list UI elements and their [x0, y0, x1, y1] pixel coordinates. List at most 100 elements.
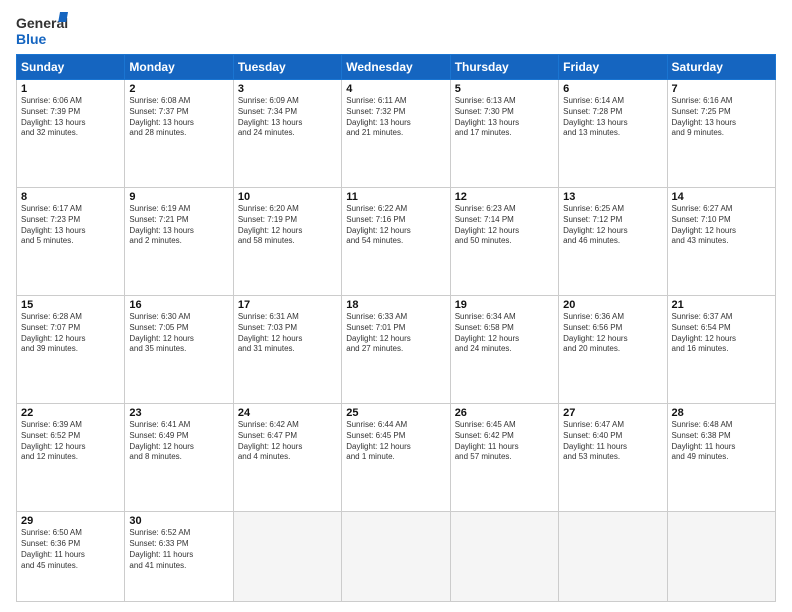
day-number: 17 — [238, 299, 337, 311]
day-number: 27 — [563, 407, 662, 419]
cell-details: Sunrise: 6:37 AM Sunset: 6:54 PM Dayligh… — [672, 312, 771, 355]
weekday-header-cell: Friday — [559, 55, 667, 80]
cell-details: Sunrise: 6:33 AM Sunset: 7:01 PM Dayligh… — [346, 312, 445, 355]
calendar-cell: 3Sunrise: 6:09 AM Sunset: 7:34 PM Daylig… — [233, 80, 341, 188]
calendar-week-row: 8Sunrise: 6:17 AM Sunset: 7:23 PM Daylig… — [17, 188, 776, 296]
calendar-cell: 20Sunrise: 6:36 AM Sunset: 6:56 PM Dayli… — [559, 296, 667, 404]
cell-details: Sunrise: 6:36 AM Sunset: 6:56 PM Dayligh… — [563, 312, 662, 355]
svg-text:Blue: Blue — [16, 31, 47, 47]
cell-details: Sunrise: 6:52 AM Sunset: 6:33 PM Dayligh… — [129, 528, 228, 571]
calendar-cell: 11Sunrise: 6:22 AM Sunset: 7:16 PM Dayli… — [342, 188, 450, 296]
calendar-cell: 17Sunrise: 6:31 AM Sunset: 7:03 PM Dayli… — [233, 296, 341, 404]
calendar-cell: 24Sunrise: 6:42 AM Sunset: 6:47 PM Dayli… — [233, 404, 341, 512]
calendar-cell: 29Sunrise: 6:50 AM Sunset: 6:36 PM Dayli… — [17, 512, 125, 602]
calendar-week-row: 22Sunrise: 6:39 AM Sunset: 6:52 PM Dayli… — [17, 404, 776, 512]
cell-details: Sunrise: 6:44 AM Sunset: 6:45 PM Dayligh… — [346, 420, 445, 463]
day-number: 9 — [129, 191, 228, 203]
weekday-header-cell: Saturday — [667, 55, 775, 80]
calendar-cell: 7Sunrise: 6:16 AM Sunset: 7:25 PM Daylig… — [667, 80, 775, 188]
calendar-cell: 23Sunrise: 6:41 AM Sunset: 6:49 PM Dayli… — [125, 404, 233, 512]
calendar-cell: 22Sunrise: 6:39 AM Sunset: 6:52 PM Dayli… — [17, 404, 125, 512]
weekday-header-cell: Thursday — [450, 55, 558, 80]
calendar-cell: 12Sunrise: 6:23 AM Sunset: 7:14 PM Dayli… — [450, 188, 558, 296]
day-number: 6 — [563, 83, 662, 95]
calendar-cell: 19Sunrise: 6:34 AM Sunset: 6:58 PM Dayli… — [450, 296, 558, 404]
day-number: 5 — [455, 83, 554, 95]
calendar-cell: 16Sunrise: 6:30 AM Sunset: 7:05 PM Dayli… — [125, 296, 233, 404]
day-number: 12 — [455, 191, 554, 203]
cell-details: Sunrise: 6:42 AM Sunset: 6:47 PM Dayligh… — [238, 420, 337, 463]
header: General Blue — [16, 12, 776, 48]
calendar-cell: 4Sunrise: 6:11 AM Sunset: 7:32 PM Daylig… — [342, 80, 450, 188]
cell-details: Sunrise: 6:48 AM Sunset: 6:38 PM Dayligh… — [672, 420, 771, 463]
calendar-cell: 5Sunrise: 6:13 AM Sunset: 7:30 PM Daylig… — [450, 80, 558, 188]
weekday-header-cell: Monday — [125, 55, 233, 80]
cell-details: Sunrise: 6:09 AM Sunset: 7:34 PM Dayligh… — [238, 96, 337, 139]
day-number: 14 — [672, 191, 771, 203]
cell-details: Sunrise: 6:11 AM Sunset: 7:32 PM Dayligh… — [346, 96, 445, 139]
day-number: 11 — [346, 191, 445, 203]
calendar-body: 1Sunrise: 6:06 AM Sunset: 7:39 PM Daylig… — [17, 80, 776, 602]
day-number: 23 — [129, 407, 228, 419]
cell-details: Sunrise: 6:41 AM Sunset: 6:49 PM Dayligh… — [129, 420, 228, 463]
calendar-cell: 14Sunrise: 6:27 AM Sunset: 7:10 PM Dayli… — [667, 188, 775, 296]
calendar-cell — [559, 512, 667, 602]
cell-details: Sunrise: 6:50 AM Sunset: 6:36 PM Dayligh… — [21, 528, 120, 571]
calendar-cell: 26Sunrise: 6:45 AM Sunset: 6:42 PM Dayli… — [450, 404, 558, 512]
weekday-header-cell: Wednesday — [342, 55, 450, 80]
calendar-cell: 9Sunrise: 6:19 AM Sunset: 7:21 PM Daylig… — [125, 188, 233, 296]
weekday-header-row: SundayMondayTuesdayWednesdayThursdayFrid… — [17, 55, 776, 80]
calendar-cell — [667, 512, 775, 602]
logo: General Blue — [16, 12, 68, 48]
day-number: 3 — [238, 83, 337, 95]
calendar-cell: 30Sunrise: 6:52 AM Sunset: 6:33 PM Dayli… — [125, 512, 233, 602]
cell-details: Sunrise: 6:30 AM Sunset: 7:05 PM Dayligh… — [129, 312, 228, 355]
calendar-cell: 25Sunrise: 6:44 AM Sunset: 6:45 PM Dayli… — [342, 404, 450, 512]
calendar-week-row: 29Sunrise: 6:50 AM Sunset: 6:36 PM Dayli… — [17, 512, 776, 602]
day-number: 18 — [346, 299, 445, 311]
calendar-cell: 28Sunrise: 6:48 AM Sunset: 6:38 PM Dayli… — [667, 404, 775, 512]
day-number: 29 — [21, 515, 120, 527]
day-number: 24 — [238, 407, 337, 419]
day-number: 25 — [346, 407, 445, 419]
day-number: 1 — [21, 83, 120, 95]
cell-details: Sunrise: 6:34 AM Sunset: 6:58 PM Dayligh… — [455, 312, 554, 355]
cell-details: Sunrise: 6:39 AM Sunset: 6:52 PM Dayligh… — [21, 420, 120, 463]
cell-details: Sunrise: 6:25 AM Sunset: 7:12 PM Dayligh… — [563, 204, 662, 247]
day-number: 28 — [672, 407, 771, 419]
cell-details: Sunrise: 6:47 AM Sunset: 6:40 PM Dayligh… — [563, 420, 662, 463]
cell-details: Sunrise: 6:19 AM Sunset: 7:21 PM Dayligh… — [129, 204, 228, 247]
day-number: 30 — [129, 515, 228, 527]
calendar-cell: 2Sunrise: 6:08 AM Sunset: 7:37 PM Daylig… — [125, 80, 233, 188]
day-number: 20 — [563, 299, 662, 311]
calendar-week-row: 1Sunrise: 6:06 AM Sunset: 7:39 PM Daylig… — [17, 80, 776, 188]
cell-details: Sunrise: 6:16 AM Sunset: 7:25 PM Dayligh… — [672, 96, 771, 139]
day-number: 16 — [129, 299, 228, 311]
calendar-cell: 6Sunrise: 6:14 AM Sunset: 7:28 PM Daylig… — [559, 80, 667, 188]
calendar-cell: 13Sunrise: 6:25 AM Sunset: 7:12 PM Dayli… — [559, 188, 667, 296]
calendar-cell — [233, 512, 341, 602]
cell-details: Sunrise: 6:28 AM Sunset: 7:07 PM Dayligh… — [21, 312, 120, 355]
cell-details: Sunrise: 6:14 AM Sunset: 7:28 PM Dayligh… — [563, 96, 662, 139]
cell-details: Sunrise: 6:27 AM Sunset: 7:10 PM Dayligh… — [672, 204, 771, 247]
cell-details: Sunrise: 6:20 AM Sunset: 7:19 PM Dayligh… — [238, 204, 337, 247]
page: General Blue SundayMondayTuesdayWednesda… — [0, 0, 792, 612]
cell-details: Sunrise: 6:13 AM Sunset: 7:30 PM Dayligh… — [455, 96, 554, 139]
cell-details: Sunrise: 6:06 AM Sunset: 7:39 PM Dayligh… — [21, 96, 120, 139]
calendar-cell — [342, 512, 450, 602]
calendar-cell: 10Sunrise: 6:20 AM Sunset: 7:19 PM Dayli… — [233, 188, 341, 296]
cell-details: Sunrise: 6:22 AM Sunset: 7:16 PM Dayligh… — [346, 204, 445, 247]
weekday-header-cell: Sunday — [17, 55, 125, 80]
day-number: 21 — [672, 299, 771, 311]
day-number: 7 — [672, 83, 771, 95]
weekday-header-cell: Tuesday — [233, 55, 341, 80]
day-number: 22 — [21, 407, 120, 419]
day-number: 10 — [238, 191, 337, 203]
calendar-cell: 21Sunrise: 6:37 AM Sunset: 6:54 PM Dayli… — [667, 296, 775, 404]
cell-details: Sunrise: 6:17 AM Sunset: 7:23 PM Dayligh… — [21, 204, 120, 247]
day-number: 13 — [563, 191, 662, 203]
cell-details: Sunrise: 6:08 AM Sunset: 7:37 PM Dayligh… — [129, 96, 228, 139]
day-number: 2 — [129, 83, 228, 95]
day-number: 26 — [455, 407, 554, 419]
cell-details: Sunrise: 6:45 AM Sunset: 6:42 PM Dayligh… — [455, 420, 554, 463]
